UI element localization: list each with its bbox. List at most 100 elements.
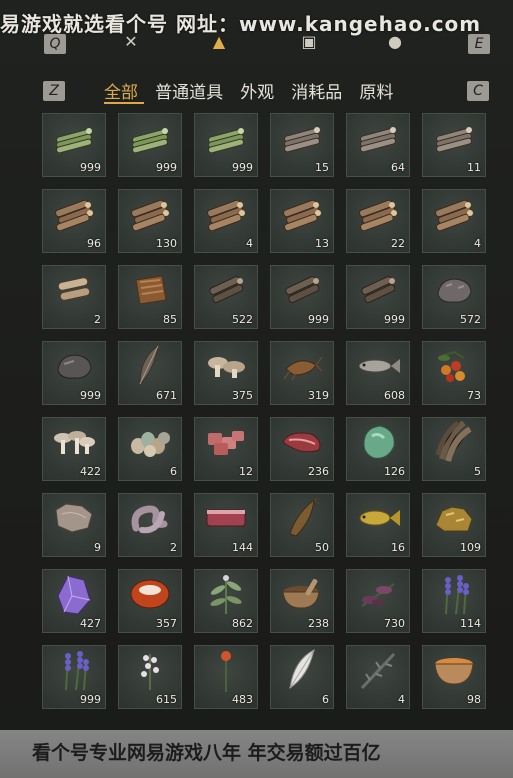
dark-log-icon (206, 274, 246, 310)
item-slot[interactable]: 15 (270, 113, 334, 177)
item-slot[interactable]: 483 (194, 645, 258, 709)
tab-materials[interactable]: 原料 (359, 78, 393, 103)
amethyst-icon (54, 572, 94, 620)
item-slot[interactable]: 671 (118, 341, 182, 405)
item-slot[interactable]: 236 (270, 417, 334, 481)
log-pile-icon (204, 197, 248, 235)
next-category-key[interactable]: E (468, 34, 490, 54)
log-stack-icon (54, 274, 94, 310)
item-quantity: 4 (398, 693, 405, 706)
ore-rock-icon (434, 274, 474, 310)
item-slot[interactable]: 999 (194, 113, 258, 177)
prev-tab-key[interactable]: Z (43, 81, 65, 101)
prev-category-key[interactable]: Q (44, 34, 66, 54)
item-slot[interactable]: 85 (118, 265, 182, 329)
item-quantity: 2 (94, 313, 101, 326)
fish-icon (355, 354, 401, 382)
item-slot[interactable]: 522 (194, 265, 258, 329)
item-quantity: 236 (308, 465, 329, 478)
item-slot[interactable]: 862 (194, 569, 258, 633)
item-slot[interactable]: 319 (270, 341, 334, 405)
item-slot[interactable]: 999 (346, 265, 410, 329)
item-quantity: 2 (170, 541, 177, 554)
item-slot[interactable]: 4 (346, 645, 410, 709)
item-quantity: 114 (460, 617, 481, 630)
item-slot[interactable]: 730 (346, 569, 410, 633)
item-slot[interactable]: 109 (422, 493, 486, 557)
purple-flower-icon (356, 576, 400, 616)
tab-consumables[interactable]: 消耗品 (291, 78, 342, 103)
item-slot[interactable]: 999 (118, 113, 182, 177)
item-quantity: 4 (246, 237, 253, 250)
item-slot[interactable]: 144 (194, 493, 258, 557)
item-quantity: 5 (474, 465, 481, 478)
lavender-icon (434, 572, 474, 620)
crossed-swords-icon[interactable]: ✕ (120, 32, 142, 52)
meat-slab-icon (203, 504, 249, 536)
item-slot[interactable]: 999 (42, 113, 106, 177)
dark-log-icon (358, 274, 398, 310)
item-slot[interactable]: 6 (270, 645, 334, 709)
log-pile-icon (280, 197, 324, 235)
item-slot[interactable]: 130 (118, 189, 182, 253)
item-slot[interactable]: 2 (118, 493, 182, 557)
item-slot[interactable]: 4 (422, 189, 486, 253)
item-row: 2 85 522 999 999 572 (42, 265, 488, 329)
item-slot[interactable]: 13 (270, 189, 334, 253)
berry-icon (434, 348, 474, 388)
chest-icon[interactable]: ▣ (298, 32, 320, 52)
item-slot[interactable]: 114 (422, 569, 486, 633)
item-slot[interactable]: 98 (422, 645, 486, 709)
tab-common-items[interactable]: 普通道具 (155, 78, 223, 103)
item-slot[interactable]: 11 (422, 113, 486, 177)
item-slot[interactable]: 999 (270, 265, 334, 329)
item-quantity: 109 (460, 541, 481, 554)
gold-ore-icon (432, 501, 476, 539)
item-slot[interactable]: 22 (346, 189, 410, 253)
eggs-icon (128, 426, 172, 462)
tab-all[interactable]: 全部 (104, 78, 138, 103)
item-slot[interactable]: 96 (42, 189, 106, 253)
item-slot[interactable]: 73 (422, 341, 486, 405)
item-quantity: 999 (80, 389, 101, 402)
mortar-icon (279, 576, 325, 616)
item-slot[interactable]: 9 (42, 493, 106, 557)
item-quantity: 357 (156, 617, 177, 630)
bag-icon[interactable]: ▲ (208, 32, 230, 52)
item-slot[interactable]: 427 (42, 569, 106, 633)
watermark-footer-text: 看个号专业网易游戏八年 年交易额过百亿 (32, 742, 381, 764)
item-slot[interactable]: 422 (42, 417, 106, 481)
pouch-icon[interactable]: ● (384, 32, 406, 52)
item-slot[interactable]: 357 (118, 569, 182, 633)
item-quantity: 319 (308, 389, 329, 402)
lavender-icon (54, 648, 94, 696)
item-slot[interactable]: 608 (346, 341, 410, 405)
item-slot[interactable]: 126 (346, 417, 410, 481)
item-slot[interactable]: 5 (422, 417, 486, 481)
item-slot[interactable]: 375 (194, 341, 258, 405)
green-log-bundle-icon (128, 123, 172, 157)
next-tab-key[interactable]: C (467, 81, 489, 101)
item-row: 427 357 862 238 730 114 (42, 569, 488, 633)
tab-appearance[interactable]: 外观 (240, 78, 274, 103)
item-slot[interactable]: 4 (194, 189, 258, 253)
mushroom-cluster-icon (51, 426, 97, 462)
item-slot[interactable]: 999 (42, 341, 106, 405)
item-row: 96 130 4 13 22 4 (42, 189, 488, 253)
item-slot[interactable]: 615 (118, 645, 182, 709)
item-slot[interactable]: 999 (42, 645, 106, 709)
item-slot[interactable]: 64 (346, 113, 410, 177)
item-slot[interactable]: 238 (270, 569, 334, 633)
item-quantity: 50 (315, 541, 329, 554)
item-slot[interactable]: 2 (42, 265, 106, 329)
item-slot[interactable]: 572 (422, 265, 486, 329)
mushroom-icon (204, 351, 248, 385)
item-slot[interactable]: 12 (194, 417, 258, 481)
log-pile-icon (432, 197, 476, 235)
item-quantity: 130 (156, 237, 177, 250)
item-quantity: 615 (156, 693, 177, 706)
item-slot[interactable]: 50 (270, 493, 334, 557)
item-quantity: 608 (384, 389, 405, 402)
item-slot[interactable]: 16 (346, 493, 410, 557)
item-slot[interactable]: 6 (118, 417, 182, 481)
